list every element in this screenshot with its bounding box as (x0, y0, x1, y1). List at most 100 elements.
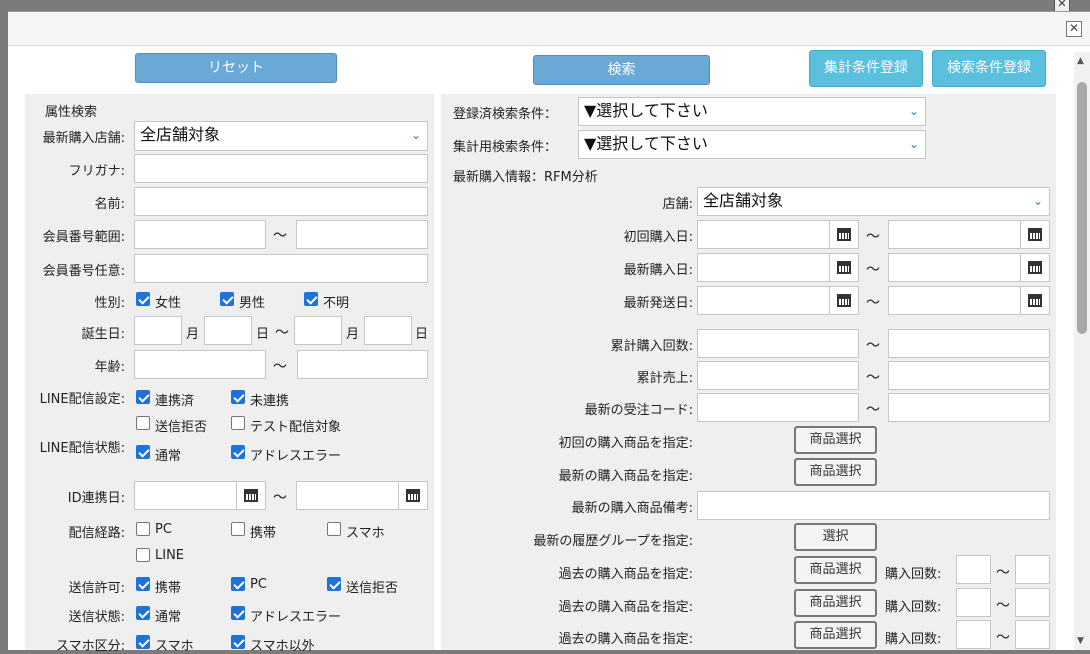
line-status-error-checkbox[interactable] (231, 445, 245, 459)
past-count-to-2[interactable] (1015, 588, 1050, 617)
past-count-to-1[interactable] (1015, 555, 1050, 584)
past-count-from-2[interactable] (956, 588, 991, 617)
calendar-icon[interactable] (236, 482, 265, 509)
calendar-icon[interactable] (829, 254, 858, 281)
gender-unknown-checkbox[interactable] (304, 292, 318, 306)
phone-other-label: スマホ以外 (250, 639, 315, 654)
permit-pc-checkbox[interactable] (231, 577, 245, 591)
past-product-select-button-2[interactable]: 商品選択 (794, 589, 877, 617)
route-line-checkbox[interactable] (136, 548, 150, 562)
furigana-input[interactable] (134, 154, 428, 183)
first-purchase-from[interactable] (697, 220, 859, 249)
register-aggregate-button[interactable]: 集計条件登録 (809, 50, 923, 87)
aggregate-search-select[interactable]: ▼選択して下さい ⌄ (578, 130, 926, 159)
total-sales-from[interactable] (697, 361, 859, 390)
latest-group-label: 最新の履歴グループを指定: (533, 534, 693, 549)
search-button[interactable]: 検索 (533, 55, 710, 85)
first-product-select-button[interactable]: 商品選択 (794, 426, 877, 454)
close-icon[interactable]: ✕ (1066, 21, 1082, 37)
latest-product-label: 最新の購入商品を指定: (558, 469, 693, 484)
total-sales-to[interactable] (888, 361, 1050, 390)
past-count-from-1[interactable] (956, 555, 991, 584)
route-smartphone-label: スマホ (346, 526, 385, 541)
calendar-icon[interactable] (1020, 221, 1049, 248)
send-status-error-label: アドレスエラー (250, 610, 342, 625)
calendar-icon[interactable] (829, 221, 858, 248)
line-unlinked-checkbox[interactable] (231, 390, 245, 404)
send-status-error-checkbox[interactable] (231, 606, 245, 620)
member-any-input[interactable] (134, 254, 428, 283)
latest-group-select-button[interactable]: 選択 (794, 523, 877, 551)
age-from[interactable] (134, 350, 266, 379)
total-count-to[interactable] (888, 329, 1050, 358)
send-status-normal-checkbox[interactable] (136, 606, 150, 620)
birthday-day-to[interactable] (364, 316, 412, 345)
purchase-search-panel: 登録済検索条件： ▼選択して下さい ⌄ 集計用検索条件： ▼選択して下さい ⌄ … (441, 94, 1056, 650)
route-mobile-checkbox[interactable] (231, 522, 245, 536)
store-select[interactable]: 全店舗対象 ⌄ (134, 121, 428, 151)
register-search-button[interactable]: 検索条件登録 (932, 50, 1046, 87)
birthday-label: 誕生日: (81, 327, 125, 342)
past-product-select-button-3[interactable]: 商品選択 (794, 621, 877, 649)
latest-order-from[interactable] (697, 393, 859, 422)
phone-other-checkbox[interactable] (231, 635, 245, 649)
registered-search-select[interactable]: ▼選択して下さい ⌄ (578, 97, 926, 126)
tilde: ～ (273, 359, 287, 375)
member-range-to[interactable] (296, 220, 428, 249)
calendar-icon[interactable] (1020, 287, 1049, 314)
age-label: 年齢: (94, 360, 125, 375)
age-to[interactable] (297, 350, 428, 379)
first-purchase-to[interactable] (888, 220, 1050, 249)
line-status-normal-checkbox[interactable] (136, 445, 150, 459)
latest-purchase-from[interactable] (697, 253, 859, 282)
route-mobile-label: 携帯 (250, 526, 277, 541)
send-status-normal-label: 通常 (155, 610, 182, 625)
tilde: ～ (866, 295, 880, 311)
scroll-down-icon[interactable]: ▼ (1077, 636, 1084, 646)
latest-ship-to[interactable] (888, 286, 1050, 315)
permit-reject-label: 送信拒否 (346, 581, 399, 596)
past-product-select-button-1[interactable]: 商品選択 (794, 556, 877, 584)
route-pc-checkbox[interactable] (136, 522, 150, 536)
latest-note-input[interactable] (697, 491, 1050, 520)
name-label: 名前: (94, 197, 125, 212)
reset-button[interactable]: リセット (135, 53, 337, 83)
calendar-icon[interactable] (398, 482, 427, 509)
line-reject-checkbox[interactable] (136, 416, 150, 430)
latest-product-select-button[interactable]: 商品選択 (794, 458, 877, 486)
scrollbar[interactable]: ▲ ▼ (1074, 52, 1090, 650)
calendar-icon[interactable] (1020, 254, 1049, 281)
tilde: ～ (866, 229, 880, 245)
past-count-from-3[interactable] (956, 620, 991, 649)
gender-female-checkbox[interactable] (136, 292, 150, 306)
total-count-from[interactable] (697, 329, 859, 358)
permit-mobile-checkbox[interactable] (136, 577, 150, 591)
member-range-from[interactable] (134, 220, 266, 249)
tilde: ～ (996, 598, 1010, 614)
birthday-month-from[interactable] (134, 316, 182, 345)
scroll-up-icon[interactable]: ▲ (1077, 56, 1084, 66)
past-count-to-3[interactable] (1015, 620, 1050, 649)
chevron-down-icon: ⌄ (908, 104, 919, 118)
line-test-checkbox[interactable] (231, 416, 245, 430)
rfm-store-select[interactable]: 全店舗対象 ⌄ (697, 187, 1050, 216)
tilde: ～ (866, 338, 880, 354)
birthday-day-from[interactable] (204, 316, 252, 345)
gender-male-checkbox[interactable] (220, 292, 234, 306)
month-label: 月 (186, 327, 200, 342)
birthday-month-to[interactable] (294, 316, 342, 345)
latest-order-to[interactable] (888, 393, 1050, 422)
route-smartphone-checkbox[interactable] (327, 522, 341, 536)
latest-purchase-to[interactable] (888, 253, 1050, 282)
id-link-to[interactable] (296, 481, 428, 510)
registered-search-label: 登録済検索条件： (453, 107, 558, 122)
line-linked-checkbox[interactable] (136, 390, 150, 404)
calendar-icon[interactable] (829, 287, 858, 314)
tilde: ～ (866, 402, 880, 418)
name-input[interactable] (134, 187, 428, 216)
scrollbar-thumb[interactable] (1077, 82, 1087, 334)
phone-smart-checkbox[interactable] (136, 635, 150, 649)
id-link-from[interactable] (134, 481, 266, 510)
latest-ship-from[interactable] (697, 286, 859, 315)
permit-reject-checkbox[interactable] (327, 577, 341, 591)
